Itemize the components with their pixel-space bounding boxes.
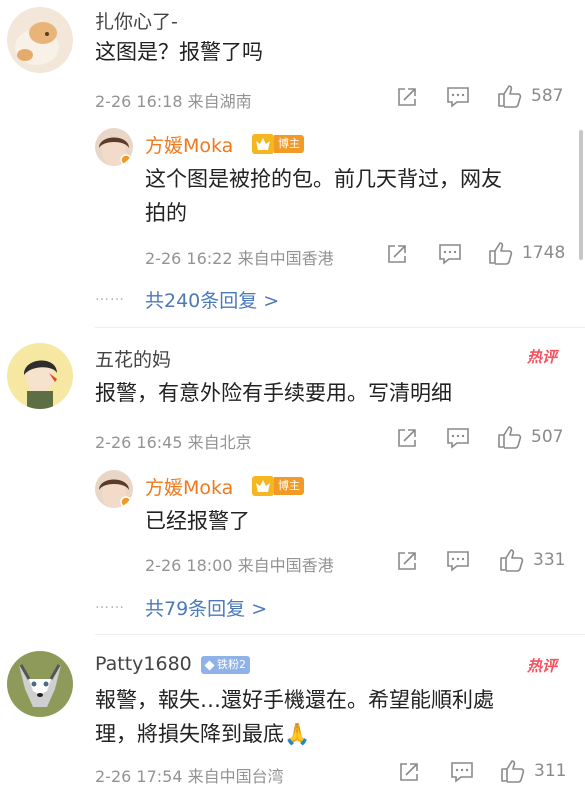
avatar-moka[interactable] [95,470,133,508]
divider [95,634,585,635]
comment-icon [447,551,469,572]
like-button[interactable]: 507 [497,425,563,449]
like-button[interactable]: 311 [500,759,566,783]
reply-meta: 2-26 16:22 来自中国香港 [145,249,334,268]
like-button[interactable]: 587 [497,84,563,108]
reply-text: 已经报警了 [145,509,250,533]
like-button[interactable]: 1748 [488,241,565,265]
fan-badge: 铁粉2 [201,656,250,674]
comment-button[interactable] [446,427,470,449]
avatar-husky[interactable] [7,651,73,717]
like-button[interactable]: 331 [499,548,565,572]
more-replies-link[interactable]: 共79条回复 > [145,594,267,621]
comment-meta: 2-26 16:18 来自湖南 [95,92,252,111]
share-icon [398,552,416,570]
like-count: 331 [533,550,566,570]
like-count: 311 [534,761,567,781]
share-button[interactable] [396,427,418,449]
comment-meta: 2-26 17:54 来自中国台湾 [95,767,284,786]
fan-badge-label: 铁粉2 [217,658,246,671]
comment-text: 这图是？报警了吗 [95,40,263,64]
reply-username[interactable]: 方媛Moka [145,131,233,158]
blogger-badge: 博主 [252,476,304,496]
comment-button[interactable] [446,550,470,572]
comment-icon [439,244,461,265]
comment-icon [447,87,469,108]
share-icon [388,245,406,263]
comment-text: 报警，有意外险有手续要用。写清明细 [95,381,452,405]
share-icon [398,88,416,106]
comment-icon [447,428,469,449]
like-count: 587 [531,86,564,106]
share-button[interactable] [386,243,408,265]
comment-text-line2: 理，將損失降到最底🙏 [95,722,311,746]
like-count: 507 [531,427,564,447]
share-icon [398,429,416,447]
reply-text-line2: 拍的 [145,201,187,225]
like-icon [498,85,522,108]
diamond-icon [204,660,215,670]
reply-username[interactable]: 方媛Moka [145,473,233,500]
comment-meta: 2-26 16:45 来自北京 [95,433,252,452]
blogger-badge: 博主 [252,134,304,154]
comment-text: 報警，報失…還好手機還在。希望能順利處 [95,688,494,712]
avatar-moka[interactable] [95,128,133,166]
scrollbar[interactable] [579,130,583,260]
avatar-wuhua[interactable] [7,343,73,409]
more-replies-link[interactable]: 共240条回复 > [145,286,279,313]
like-icon [489,242,513,265]
share-button[interactable] [396,86,418,108]
blogger-badge-label: 博主 [274,477,304,495]
comment-button[interactable] [450,761,474,783]
reply-text: 这个图是被抢的包。前几天背过，网友 [145,167,502,191]
comment-username[interactable]: Patty1680 [95,653,192,675]
share-icon [400,763,418,781]
comment-icon [451,762,473,783]
hot-comment-label: 热评 [527,348,558,366]
like-icon [498,426,522,449]
divider [95,327,585,328]
avatar-cat[interactable] [7,7,73,73]
comment-username[interactable]: 扎你心了- [95,7,178,34]
comment-button[interactable] [438,243,462,265]
like-count: 1748 [522,243,566,263]
crown-icon [256,480,270,492]
crown-icon [256,138,270,150]
like-icon [501,760,525,783]
blogger-badge-label: 博主 [274,135,304,153]
like-icon [500,549,524,572]
comment-button[interactable] [446,86,470,108]
hot-comment-label: 热评 [527,657,558,675]
comment-username[interactable]: 五花的妈 [95,345,171,372]
more-dots: …… [95,596,125,612]
reply-meta: 2-26 18:00 来自中国香港 [145,556,334,575]
more-dots: …… [95,288,125,304]
share-button[interactable] [396,550,418,572]
share-button[interactable] [398,761,420,783]
